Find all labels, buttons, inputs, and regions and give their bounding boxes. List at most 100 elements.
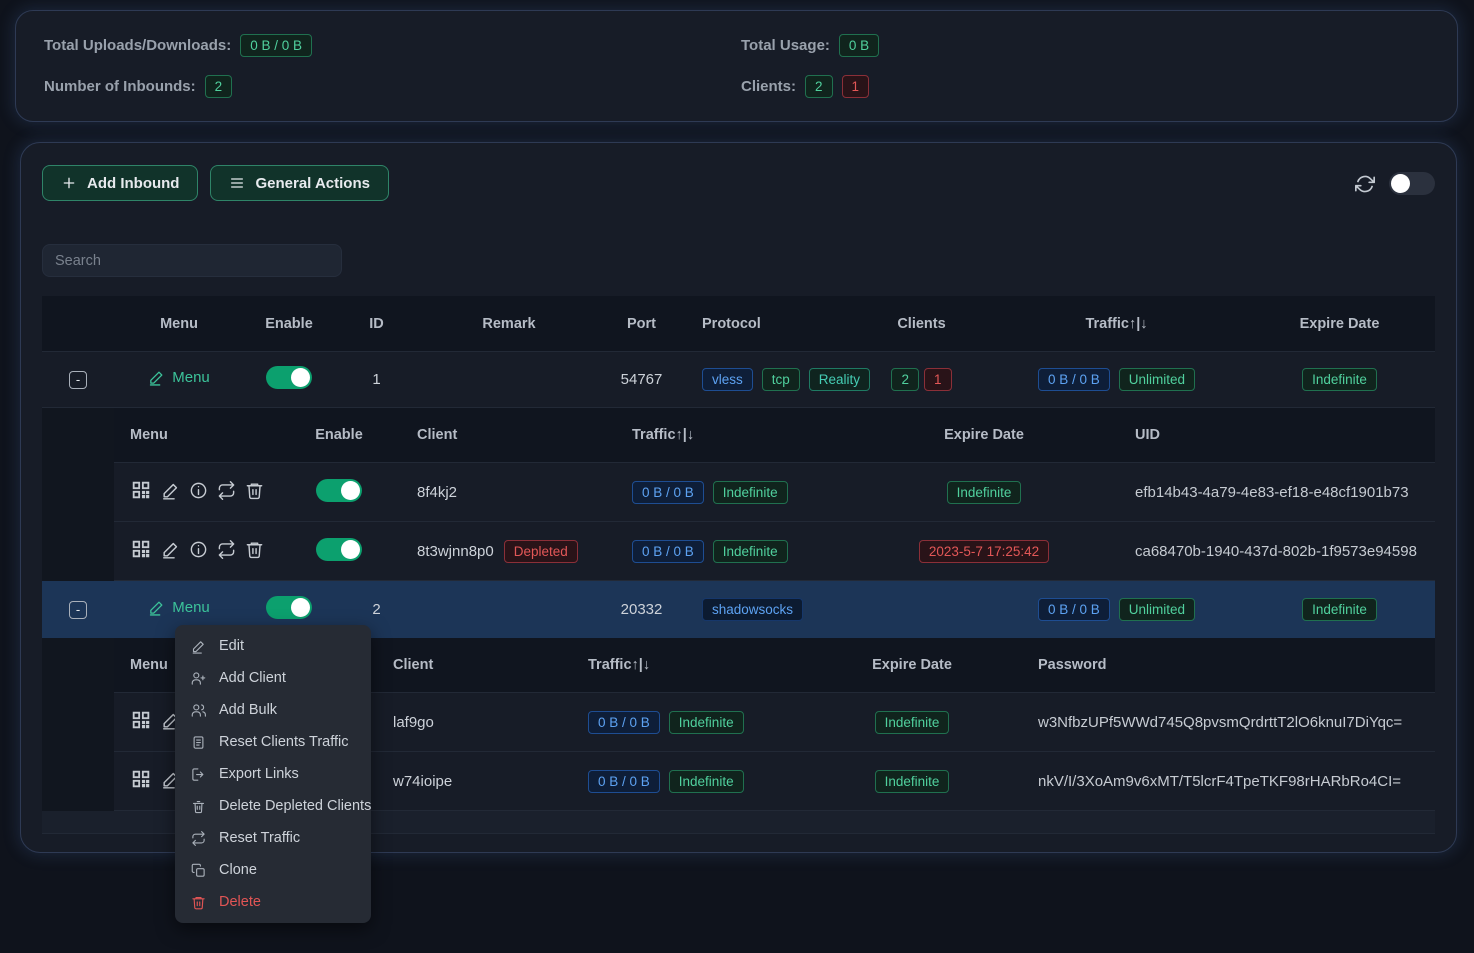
reset-traffic-icon[interactable] (217, 540, 236, 559)
header-traffic-sort[interactable]: Traffic↑|↓ (619, 427, 859, 443)
menu-lines-icon (229, 175, 245, 191)
info-icon[interactable] (189, 481, 208, 500)
clients-label: Clients: (741, 78, 796, 95)
header-protocol: Protocol (684, 316, 854, 332)
header-enable: Enable (244, 316, 334, 332)
add-inbound-button[interactable]: Add Inbound (42, 165, 198, 201)
traffic-limit-tag: Indefinite (669, 770, 744, 793)
inbound-context-menu: Edit Add Client Add Bulk Reset Clients T… (175, 625, 371, 923)
traffic-tag: 0 B / 0 B (588, 711, 660, 734)
edit-pencil-icon[interactable] (161, 481, 180, 500)
expire-tag: Indefinite (1302, 598, 1377, 621)
row-menu-button[interactable]: Menu (148, 599, 210, 616)
context-menu-item-reset-traffic[interactable]: Reset Traffic (175, 822, 371, 854)
context-menu-label: Reset Clients Traffic (219, 734, 348, 750)
qrcode-icon[interactable] (130, 538, 152, 560)
context-menu-label: Add Client (219, 670, 286, 686)
delete-depleted-icon (191, 799, 206, 814)
delete-icon[interactable] (245, 481, 264, 500)
header-traffic-sort[interactable]: Traffic↑|↓ (572, 657, 802, 673)
header-uid: UID (1109, 427, 1435, 443)
edit-icon (191, 639, 206, 654)
inbound-port: 54767 (599, 371, 684, 388)
traffic-tag: 0 B / 0 B (1038, 368, 1110, 391)
context-menu-item-delete[interactable]: Delete (175, 886, 371, 918)
protocol-tag-shadowsocks: shadowsocks (702, 598, 803, 621)
header-enable: Enable (289, 427, 389, 443)
info-icon[interactable] (189, 540, 208, 559)
traffic-limit-tag: Unlimited (1119, 598, 1195, 621)
header-client: Client (389, 427, 619, 443)
edit-pencil-icon[interactable] (161, 540, 180, 559)
row-menu-button[interactable]: Menu (148, 369, 210, 386)
sub-table-spacer (42, 638, 114, 811)
protocol-tag-tcp: tcp (762, 368, 800, 391)
traffic-limit-tag: Unlimited (1119, 368, 1195, 391)
delete-icon[interactable] (245, 540, 264, 559)
total-uploads-downloads-label: Total Uploads/Downloads: (44, 37, 231, 54)
header-remark: Remark (419, 316, 599, 332)
collapse-row-button[interactable]: - (69, 601, 87, 619)
filter-toggle[interactable] (1389, 172, 1435, 195)
client-row-8t3wjnn8p0: 8t3wjnn8p0 Depleted 0 B / 0 B Indefinite… (114, 522, 1435, 581)
user-add-icon (191, 671, 206, 686)
qrcode-icon[interactable] (130, 709, 152, 731)
client-name: w74ioipe (377, 773, 572, 790)
sub-table-spacer (42, 408, 114, 581)
total-usage: Total Usage: 0 B (741, 34, 1457, 57)
general-actions-button[interactable]: General Actions (210, 165, 388, 201)
enable-toggle[interactable] (266, 596, 312, 619)
context-menu-item-add-bulk[interactable]: Add Bulk (175, 694, 371, 726)
header-traffic-sort[interactable]: Traffic↑|↓ (989, 316, 1244, 332)
edit-pencil-icon (148, 369, 165, 386)
traffic-tag: 0 B / 0 B (632, 481, 704, 504)
inbound-id: 2 (334, 601, 419, 618)
expire-tag: Indefinite (875, 711, 950, 734)
file-reset-icon (191, 735, 206, 750)
client-name: 8f4kj2 (389, 484, 619, 501)
client-enable-toggle[interactable] (316, 479, 362, 502)
number-of-inbounds: Number of Inbounds: 2 (44, 75, 741, 98)
clients-count: Clients: 2 1 (741, 75, 1457, 98)
client-uid: ca68470b-1940-437d-802b-1f9573e94598 (1109, 543, 1435, 560)
client-enable-toggle[interactable] (316, 538, 362, 561)
vless-clients-section: Menu Enable Client Traffic↑|↓ Expire Dat… (42, 408, 1435, 581)
collapse-row-button[interactable]: - (69, 371, 87, 389)
qrcode-icon[interactable] (130, 479, 152, 501)
add-inbound-label: Add Inbound (87, 175, 179, 192)
total-usage-value: 0 B (839, 34, 879, 57)
context-menu-item-reset-clients-traffic[interactable]: Reset Clients Traffic (175, 726, 371, 758)
context-menu-label: Export Links (219, 766, 299, 782)
total-uploads-downloads: Total Uploads/Downloads: 0 B / 0 B (44, 34, 741, 57)
users-add-icon (191, 703, 206, 718)
context-menu-item-delete-depleted-clients[interactable]: Delete Depleted Clients (175, 790, 371, 822)
context-menu-item-add-client[interactable]: Add Client (175, 662, 371, 694)
expire-tag: Indefinite (875, 770, 950, 793)
context-menu-item-edit[interactable]: Edit (175, 630, 371, 662)
traffic-tag: 0 B / 0 B (632, 540, 704, 563)
expire-tag: Indefinite (947, 481, 1022, 504)
client-password: nkV/I/3XoAm9v6xMT/T5lcrF4TpeTKF98rHARbRo… (1022, 773, 1435, 790)
reset-traffic-icon (191, 831, 206, 846)
context-menu-label: Clone (219, 862, 257, 878)
export-icon (191, 767, 206, 782)
plus-icon (61, 175, 77, 191)
search-input[interactable] (42, 244, 342, 277)
client-row-8f4kj2: 8f4kj2 0 B / 0 B Indefinite Indefinite e… (114, 463, 1435, 522)
reset-traffic-icon[interactable] (217, 481, 236, 500)
delete-icon (191, 895, 206, 910)
context-menu-label: Reset Traffic (219, 830, 300, 846)
context-menu-item-export-links[interactable]: Export Links (175, 758, 371, 790)
refresh-icon[interactable] (1355, 174, 1375, 194)
qrcode-icon[interactable] (130, 768, 152, 790)
header-password: Password (1022, 657, 1435, 673)
traffic-limit-tag: Indefinite (713, 540, 788, 563)
expire-tag: 2023-5-7 17:25:42 (919, 540, 1049, 563)
enable-toggle[interactable] (266, 366, 312, 389)
header-menu: Menu (114, 427, 289, 443)
protocol-tag-vless: vless (702, 368, 753, 391)
header-client: Client (377, 657, 572, 673)
inbound-port: 20332 (599, 601, 684, 618)
traffic-tag: 0 B / 0 B (588, 770, 660, 793)
context-menu-item-clone[interactable]: Clone (175, 854, 371, 886)
